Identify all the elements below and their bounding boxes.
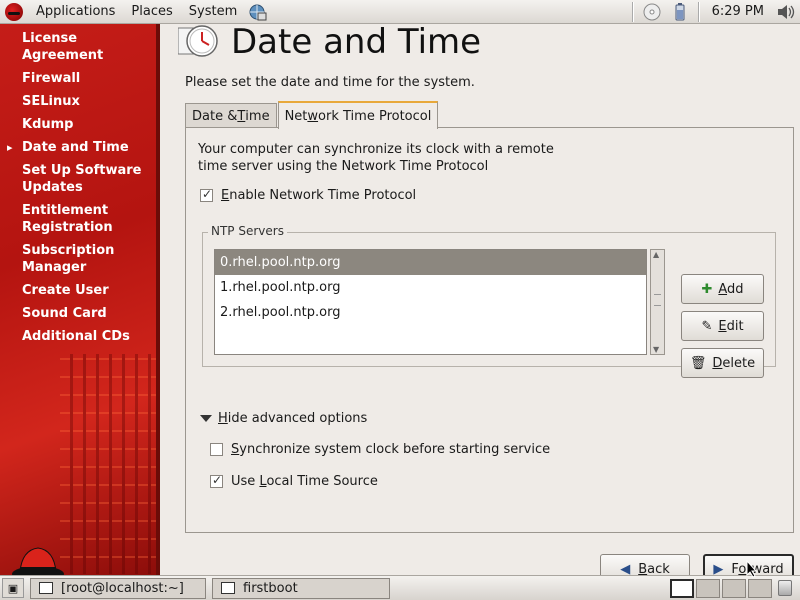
sidebar-item-sound-card: Sound Card	[22, 306, 107, 321]
ntp-panel: Your computer can synchronize its clock …	[185, 127, 794, 533]
advanced-options-toggle[interactable]: Hide advanced options	[200, 411, 367, 426]
tab-bar: Date & Time Net w ork Time Protocol	[185, 101, 439, 129]
local-time-source-label: Use Local Time Source	[231, 474, 378, 489]
network-icon[interactable]	[247, 3, 267, 21]
sidebar-item-subscription-manager: Subscription Manager	[22, 243, 115, 275]
top-panel: Applications Places System 6:29 PM	[0, 0, 800, 24]
sidebar-item-additional-cds: Additional CDs	[22, 329, 130, 344]
edit-server-button[interactable]: ✎ Edit	[681, 311, 764, 341]
mouse-cursor-icon	[746, 560, 758, 578]
scroll-up-icon[interactable]: ▲	[653, 250, 659, 259]
sync-clock-label: Synchronize system clock before starting…	[231, 442, 551, 457]
list-item[interactable]: 1.rhel.pool.ntp.org	[215, 275, 646, 300]
list-item[interactable]: 2.rhel.pool.ntp.org	[215, 300, 646, 325]
terminal-icon	[39, 582, 53, 594]
edit-icon: ✎	[701, 318, 713, 334]
sidebar-item-license-agreement: License Agreement	[22, 31, 104, 63]
intro-text: Please set the date and time for the sys…	[185, 75, 475, 90]
main-content: Date and Time Please set the date and ti…	[160, 22, 800, 584]
redhat-icon[interactable]	[5, 2, 23, 21]
shadowman-logo	[12, 547, 64, 575]
delete-server-button[interactable]: 🗑 Delete	[681, 348, 764, 378]
sidebar-item-firewall: Firewall	[22, 71, 81, 86]
menu-system[interactable]: System	[181, 0, 245, 24]
menu-places[interactable]: Places	[123, 0, 180, 24]
sidebar-item-create-user: Create User	[22, 283, 109, 298]
ntp-description: Your computer can synchronize its clock …	[198, 142, 554, 174]
workspace-3[interactable]	[722, 578, 746, 598]
sidebar-decoration	[60, 354, 160, 574]
sync-clock-checkbox[interactable]	[210, 443, 223, 456]
server-list-scrollbar[interactable]: ▲ ▼	[650, 249, 665, 355]
menu-applications[interactable]: Applications	[28, 0, 123, 24]
scroll-down-icon[interactable]: ▼	[653, 345, 659, 354]
add-server-button[interactable]: ✚ Add	[681, 274, 764, 304]
workspace-2[interactable]	[696, 578, 720, 598]
show-desktop-icon[interactable]: ▣	[2, 578, 24, 598]
scroll-thumb[interactable]	[654, 294, 661, 306]
clock-icon	[178, 25, 218, 57]
sidebar-item-entitlement-registration: Entitlement Registration	[22, 203, 113, 235]
enable-ntp-label: Enable Network Time Protocol	[221, 188, 417, 203]
enable-ntp-checkbox[interactable]	[200, 187, 213, 202]
volume-icon[interactable]	[775, 2, 797, 22]
clock[interactable]: 6:29 PM	[704, 4, 772, 19]
sidebar-item-software-updates: Set Up Software Updates	[22, 163, 142, 195]
enable-ntp-option[interactable]: Enable Network Time Protocol	[200, 187, 417, 203]
sidebar-item-selinux: SELinux	[22, 94, 80, 109]
sidebar-item-date-and-time: Date and Time	[0, 139, 156, 156]
cd-icon[interactable]	[641, 2, 663, 22]
page-title: Date and Time	[231, 22, 482, 62]
tab-network-time-protocol[interactable]: Net w ork Time Protocol	[277, 101, 439, 129]
workspace-1[interactable]	[670, 578, 694, 598]
sidebar: License Agreement Firewall SELinux Kdump…	[0, 24, 160, 575]
sync-clock-option[interactable]: Synchronize system clock before starting…	[210, 442, 550, 457]
trash-icon: 🗑	[689, 355, 707, 371]
bottom-panel: ▣ [root@localhost:~] firstboot	[0, 575, 800, 600]
local-time-source-option[interactable]: Use Local Time Source	[210, 473, 378, 489]
sidebar-list: License Agreement Firewall SELinux Kdump…	[0, 30, 156, 351]
tab-date-and-time[interactable]: Date & Time	[185, 103, 277, 129]
sidebar-item-kdump: Kdump	[22, 117, 74, 132]
task-terminal[interactable]: [root@localhost:~]	[30, 577, 206, 599]
trash-icon[interactable]	[778, 580, 792, 596]
ntp-server-list[interactable]: 0.rhel.pool.ntp.org 1.rhel.pool.ntp.org …	[214, 249, 647, 355]
ntp-servers-label: NTP Servers	[208, 224, 287, 238]
window-icon	[221, 582, 235, 594]
list-item[interactable]: 0.rhel.pool.ntp.org	[215, 250, 646, 275]
local-time-source-checkbox[interactable]	[210, 473, 223, 488]
expander-arrow-icon	[200, 415, 212, 422]
workspace-4[interactable]	[748, 578, 772, 598]
workspace-switcher	[668, 578, 796, 598]
plus-icon: ✚	[701, 281, 713, 297]
battery-icon[interactable]	[669, 2, 691, 22]
task-firstboot[interactable]: firstboot	[212, 577, 390, 599]
